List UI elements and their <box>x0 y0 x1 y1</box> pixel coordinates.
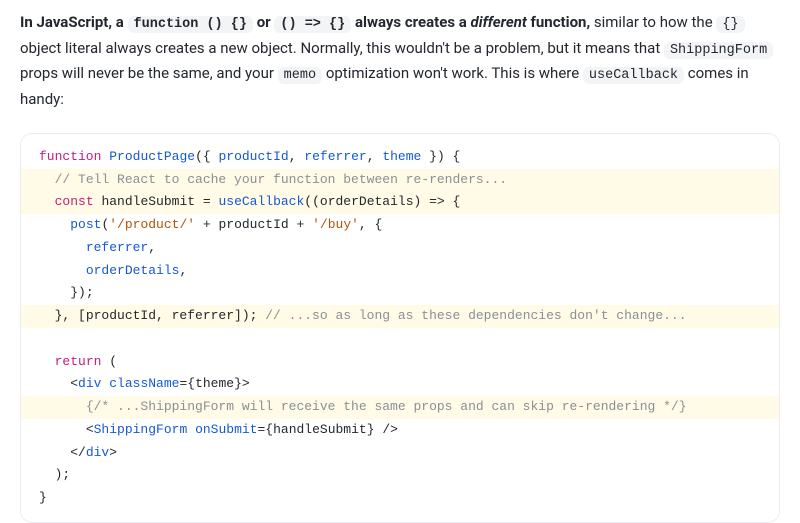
text: props will never be the same, and your <box>20 64 278 82</box>
code-line-2: // Tell React to cache your function bet… <box>21 169 779 192</box>
text: optimization won't work. This is where <box>326 64 583 82</box>
inline-code-function: function () {} <box>128 16 253 33</box>
code-line-4: post('/product/' + productId + '/buy', { <box>21 214 779 237</box>
code-line-9 <box>21 328 779 351</box>
code-line-7: }); <box>21 282 779 305</box>
intro-strong: In JavaScript, a function () {} or () =>… <box>20 13 594 31</box>
code-line-8: }, [productId, referrer]); // ...so as l… <box>21 305 779 328</box>
code-line-5: referrer, <box>21 237 779 260</box>
inline-code-arrow: () => {} <box>274 16 351 33</box>
code-line-3: const handleSubmit = useCallback((orderD… <box>21 191 779 214</box>
inline-code-memo: memo <box>278 67 322 84</box>
code-example: function ProductPage({ productId, referr… <box>20 133 780 523</box>
code-line-6: orderDetails, <box>21 260 779 283</box>
code-line-10: return ( <box>21 351 779 374</box>
text: similar to how the <box>594 13 717 31</box>
text: or <box>257 13 275 31</box>
code-line-15: ); <box>21 464 779 487</box>
text: always creates a <box>355 13 471 31</box>
text: function, <box>531 13 591 31</box>
intro-paragraph: In JavaScript, a function () {} or () =>… <box>20 10 780 111</box>
code-line-12: {/* ...ShippingForm will receive the sam… <box>21 396 779 419</box>
text: In JavaScript, a <box>20 13 128 31</box>
code-line-13: <ShippingForm onSubmit={handleSubmit} /> <box>21 419 779 442</box>
code-line-11: <div className={theme}> <box>21 373 779 396</box>
inline-code-shippingform: ShippingForm <box>664 42 773 59</box>
text: object literal always creates a new obje… <box>20 39 664 57</box>
code-line-14: </div> <box>21 442 779 465</box>
inline-code-braces: {} <box>716 16 744 33</box>
code-line-1: function ProductPage({ productId, referr… <box>21 146 779 169</box>
code-line-16: } <box>21 487 779 510</box>
inline-code-usecallback: useCallback <box>583 67 684 84</box>
emphasis-different: different <box>471 13 527 31</box>
